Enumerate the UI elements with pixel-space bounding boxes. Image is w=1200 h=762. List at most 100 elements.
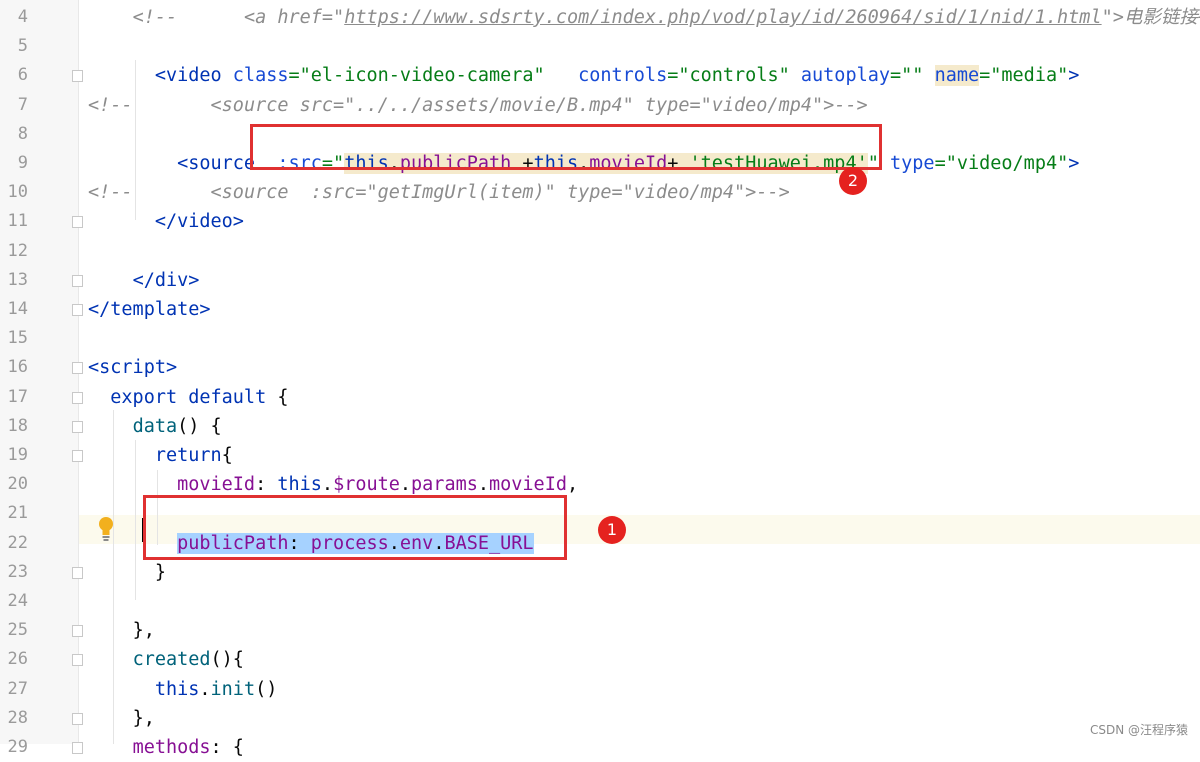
line-number: 13 [7, 269, 28, 290]
code-line[interactable]: 24 [0, 587, 1200, 616]
line-number: 22 [7, 532, 28, 553]
line-number: 4 [17, 7, 28, 27]
code-line[interactable]: 27 this.init() [0, 675, 1200, 704]
code-token: autoplay [789, 65, 890, 87]
code-line[interactable]: 15 [0, 324, 1200, 353]
fold-marker-icon[interactable] [72, 70, 83, 83]
code-token: </video> [154, 211, 244, 233]
code-token: } [154, 561, 166, 583]
code-line[interactable]: 14 </template> [0, 295, 1200, 324]
code-line[interactable]: 5 [0, 32, 1200, 61]
lightbulb-icon[interactable] [97, 516, 115, 542]
code-token: this [277, 474, 322, 496]
code-line[interactable]: 12 [0, 237, 1200, 266]
code-token: <a href=" [177, 7, 345, 28]
code-line[interactable]: 16 <script> [0, 353, 1200, 382]
line-number: 9 [17, 153, 28, 173]
code-text: </video> [88, 207, 244, 236]
code-line[interactable]: 13 </div> [0, 266, 1200, 295]
code-text: <!-- <source src="../../assets/movie/B.m… [88, 91, 868, 120]
code-line[interactable]: 19 return{ [0, 441, 1200, 470]
fold-marker-icon[interactable] [72, 391, 83, 404]
code-line[interactable]: 7 <!-- <source src="../../assets/movie/B.… [0, 91, 1200, 120]
code-line[interactable]: 17 export default { [0, 383, 1200, 412]
line-number: 8 [17, 123, 28, 144]
fold-marker-icon[interactable] [72, 566, 83, 579]
code-token: data [132, 415, 178, 437]
fold-marker-icon[interactable] [72, 274, 83, 287]
code-token: . [477, 474, 489, 496]
code-line[interactable]: 18 data() { [0, 412, 1200, 441]
line-number: 14 [7, 299, 28, 319]
code-text: }, [88, 616, 155, 645]
code-token: }, [132, 707, 155, 729]
code-token: ">电影链接+{{th [1101, 7, 1200, 28]
line-number: 16 [7, 357, 28, 378]
code-token: ="video/mp4" [934, 153, 1069, 174]
code-line[interactable]: 4 <!-- <a href="https://www.sdsrty.com/i… [0, 3, 1200, 32]
line-number: 27 [7, 678, 28, 699]
code-token: $route [333, 474, 400, 496]
code-text: </div> [88, 266, 200, 295]
line-number: 24 [7, 591, 28, 611]
watermark: CSDN @汪程序猿 [1089, 723, 1188, 737]
code-token: { [221, 445, 233, 466]
line-number: 29 [7, 737, 28, 757]
code-token: <source src="../../assets/movie/B.mp4" t… [132, 94, 868, 116]
code-token: methods [132, 737, 211, 758]
code-line[interactable]: 10 <!-- <source :src="getImgUrl(item)" ty… [0, 178, 1200, 207]
code-token: { [266, 386, 289, 408]
code-token: }, [132, 620, 155, 642]
code-line[interactable]: 6 <video class="el-icon-video-camera" co… [0, 61, 1200, 90]
code-token: created [132, 649, 211, 671]
code-line[interactable]: 25 }, [0, 616, 1200, 645]
line-number: 15 [7, 328, 28, 349]
code-token: </div> [132, 269, 200, 291]
line-number: 12 [7, 240, 28, 261]
line-number: 6 [17, 65, 28, 86]
fold-marker-icon[interactable] [72, 712, 83, 725]
code-token: movieId [177, 474, 256, 496]
code-text: return{ [88, 441, 233, 470]
code-token: <source :src="getImgUrl(item)" type="vid… [132, 182, 790, 204]
code-text: this.init() [88, 675, 278, 704]
code-token: , [566, 474, 579, 496]
fold-marker-icon[interactable] [72, 420, 83, 433]
code-text: methods: { [88, 733, 244, 762]
code-token: . [199, 678, 211, 700]
code-token: type [878, 153, 935, 174]
code-line[interactable]: 23 } [0, 558, 1200, 587]
code-token: https://www.sdsrty.com/index.php/vod/pla… [344, 7, 1102, 28]
code-token: > [1068, 65, 1080, 87]
code-token: ="" [890, 65, 924, 87]
code-token: : { [210, 737, 244, 758]
code-token: <!-- [88, 182, 133, 204]
fold-marker-icon[interactable] [72, 450, 83, 462]
line-number: 5 [17, 36, 28, 57]
code-line[interactable]: 28 }, [0, 704, 1200, 733]
code-token: ="controls" [667, 65, 790, 87]
highlight-box-src-attribute [250, 124, 882, 170]
fold-marker-icon[interactable] [72, 216, 83, 229]
fold-marker-icon[interactable] [72, 304, 83, 316]
code-line[interactable]: 11 </video> [0, 207, 1200, 236]
fold-marker-icon[interactable] [72, 625, 83, 638]
code-line[interactable]: 29 methods: { [0, 733, 1200, 762]
code-text: <video class="el-icon-video-camera" cont… [88, 61, 1079, 90]
code-token: . [321, 474, 334, 496]
fold-marker-icon[interactable] [72, 362, 83, 375]
line-number: 23 [7, 561, 28, 582]
fold-marker-icon[interactable] [72, 654, 83, 667]
code-line[interactable]: 26 created(){ [0, 645, 1200, 674]
annotation-badge-1: 1 [598, 516, 626, 544]
code-text: data() { [88, 412, 222, 441]
